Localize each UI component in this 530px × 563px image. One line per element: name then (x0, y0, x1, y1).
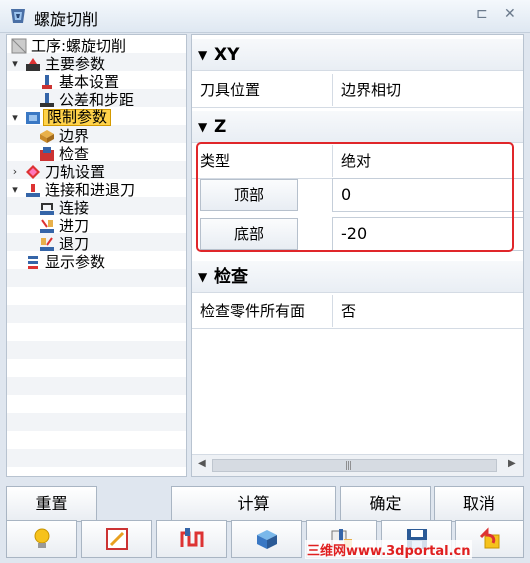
expander-icon[interactable]: ▾ (9, 55, 21, 73)
main-params-icon (26, 58, 40, 71)
edit-icon (105, 528, 128, 550)
tree-item-label: 连接和进退刀 (45, 181, 136, 199)
top-button[interactable]: 顶部 (200, 179, 298, 211)
grip-icon: ||| (345, 461, 352, 471)
scroll-thumb[interactable]: ||| (212, 459, 497, 472)
title-bar: 螺旋切削 ⊏ ✕ (0, 0, 530, 33)
link-icon (26, 184, 40, 197)
compute-button[interactable]: 计算 (171, 486, 336, 522)
expander-icon[interactable]: ▾ (9, 181, 21, 199)
horizontal-scrollbar[interactable]: ◀ ||| ▶ (192, 454, 523, 476)
tree-item-label: 刀轨设置 (45, 163, 106, 181)
expander-icon[interactable]: › (9, 163, 21, 181)
tree-item-label: 公差和步距 (59, 91, 135, 109)
toolpath-icon (26, 165, 40, 179)
pin-icon[interactable]: ⊏ (476, 6, 488, 22)
tree-item-label: 连接 (59, 199, 90, 217)
property-panel: ▼ XY 刀具位置 边界相切 ▼ Z 类型 绝对 顶部 0 底部 -20 ▼ 检… (191, 34, 524, 477)
basic-settings-icon (42, 75, 52, 89)
window-title: 螺旋切削 (34, 10, 99, 29)
close-icon[interactable]: ✕ (504, 6, 516, 22)
section-title: Z (214, 117, 227, 137)
spiral-cut-icon (11, 9, 25, 23)
lead-in-icon (40, 219, 54, 233)
row-check-all-faces: 检查零件所有面 否 (192, 293, 523, 329)
simulate-button[interactable] (231, 520, 302, 558)
check-icon (40, 147, 54, 161)
row-tool-position: 刀具位置 边界相切 (192, 72, 523, 108)
tree-item-label: 退刀 (59, 235, 90, 253)
bottom-input[interactable]: -20 (332, 217, 523, 251)
tree-item-label: 显示参数 (45, 253, 106, 271)
bottom-button[interactable]: 底部 (200, 218, 298, 250)
cancel-button[interactable]: 取消 (434, 486, 524, 522)
lead-out-icon (40, 237, 54, 251)
section-title: 检查 (214, 267, 248, 287)
watermark: 三维网www.3dportal.cn (305, 540, 473, 559)
tree-item-label: 基本设置 (59, 73, 120, 91)
display-icon (28, 256, 38, 269)
top-input[interactable]: 0 (332, 178, 523, 212)
scroll-left-icon[interactable]: ◀ (198, 458, 206, 469)
check-all-faces-label: 检查零件所有面 (200, 302, 306, 320)
section-z[interactable]: ▼ Z (192, 111, 523, 143)
type-label: 类型 (200, 152, 231, 170)
collapse-icon[interactable]: ▼ (198, 111, 207, 143)
tool-position-field[interactable]: 边界相切 (332, 74, 523, 106)
check-all-faces-field[interactable]: 否 (332, 295, 523, 327)
section-check[interactable]: ▼ 检查 (192, 261, 523, 293)
ok-button[interactable]: 确定 (340, 486, 431, 522)
tree-item-label: 边界 (59, 127, 90, 145)
collapse-icon[interactable]: ▼ (198, 39, 207, 71)
connect-icon (40, 203, 54, 215)
type-field[interactable]: 绝对 (332, 145, 523, 177)
boundary-icon (40, 130, 54, 143)
operation-icon (11, 38, 27, 54)
simulate-icon (256, 530, 277, 549)
tree-item-label: 工序:螺旋切削 (31, 37, 127, 55)
expander-icon[interactable]: ▾ (9, 109, 21, 127)
lightbulb-icon (34, 528, 49, 548)
section-xy[interactable]: ▼ XY (192, 39, 523, 71)
limit-params-icon (26, 112, 40, 124)
hint-button[interactable] (6, 520, 77, 558)
reset-button[interactable]: 重置 (6, 486, 97, 522)
tree-item-label: 检查 (59, 145, 90, 163)
tree-item-label: 主要参数 (45, 55, 106, 73)
undo-icon (479, 527, 499, 549)
toolpath-preview-button[interactable] (156, 520, 227, 558)
parameter-tree: 工序:螺旋切削 ▾ 主要参数 基本设置 公差和步距 ▾ 限制参数 边界 检查 ›… (6, 34, 187, 477)
section-title: XY (214, 45, 240, 65)
row-type: 类型 绝对 (192, 143, 523, 179)
tolerance-icon (40, 93, 54, 107)
tool-position-label: 刀具位置 (200, 81, 261, 99)
scroll-right-icon[interactable]: ▶ (508, 458, 516, 469)
edit-button[interactable] (81, 520, 152, 558)
tree-item-label: 限制参数 (43, 109, 112, 126)
tree-item-label: 进刀 (59, 217, 90, 235)
collapse-icon[interactable]: ▼ (198, 261, 207, 293)
toolpath-preview-icon (180, 528, 203, 547)
